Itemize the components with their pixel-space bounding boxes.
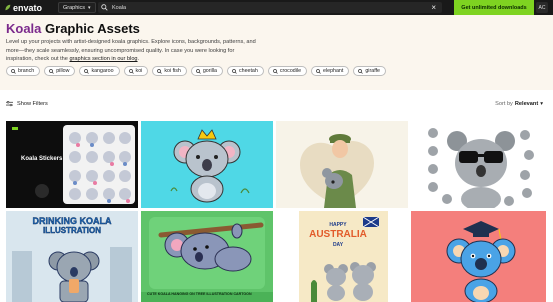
tag-gorilla[interactable]: gorilla [190,66,223,76]
tag-giraffe[interactable]: giraffe [353,66,386,76]
tag-label: gorilla [202,68,217,74]
search-icon [358,68,364,74]
search-input[interactable]: Koala × [98,2,442,13]
chevron-down-icon: ▾ [88,4,91,11]
hanging-caption: CUTE KOALA HANGING ON TREE ILLUSTRATION … [147,292,252,296]
search-icon [101,4,108,11]
search-icon [84,68,90,74]
result-card-drinking-koala[interactable]: DRINKING KOALA ILLUSTRATION [6,211,138,302]
tag-kangaroo[interactable]: kangaroo [79,66,120,76]
search-icon [157,68,163,74]
drinking-title-line1: DRINKING KOALA [32,216,112,226]
search-icon [128,68,134,74]
title-keyword: Koala [6,21,42,36]
koala-stickers-thumbnail [12,125,135,204]
tag-label: crocodile [279,68,302,74]
search-icon [232,68,237,74]
user-avatar[interactable]: AC [536,2,548,13]
tag-cheetah[interactable]: cheetah [226,66,264,76]
search-icon [49,68,54,74]
description-end: . [137,56,140,62]
tag-label: elephant [323,68,344,74]
australia-title: HAPPY AUSTRALIA DAY [303,220,373,250]
tag-koi-fish[interactable]: koi fish [152,66,187,76]
result-card-3d-koalas[interactable] [411,121,546,208]
drinking-title-line2: ILLUSTRATION [42,226,102,235]
tag-label: koi fish [164,68,181,74]
related-tags: branch pillow kangaroo koi koi fish gori… [6,66,386,76]
search-value: Koala [112,4,127,11]
koala-crown-thumbnail [170,129,250,203]
result-card-koala-stickers[interactable]: Koala Stickers [6,121,138,208]
blog-link[interactable]: graphics section in our blog [69,56,137,62]
tag-label: branch [18,68,35,74]
woman-koala-thumbnail [300,134,374,208]
tag-label: koi [135,68,143,74]
tag-pillow[interactable]: pillow [44,66,76,76]
page-title: Koala Graphic Assets [6,21,140,36]
title-rest: Graphic Assets [41,21,140,36]
tag-label: cheetah [238,68,258,74]
get-unlimited-downloads-button[interactable]: Get unlimited downloads [454,0,534,15]
tag-crocodile[interactable]: crocodile [267,66,308,76]
filter-icon [6,101,13,107]
koalas-sunglasses-thumbnail [428,128,534,208]
envato-logo[interactable]: envato [4,3,42,13]
search-icon [316,68,321,74]
sort-select[interactable]: Sort by Relevant ▾ [495,101,543,107]
tag-label: pillow [56,68,70,74]
australia-line2: AUSTRALIA [309,229,367,240]
tag-label: kangaroo [91,68,114,74]
search-icon [272,68,278,74]
sort-value: Relevant [514,101,539,107]
search-icon [11,68,16,74]
result-card-woman-koala[interactable] [276,121,408,208]
sort-prefix: Sort by [495,101,513,107]
filter-bar [0,90,553,120]
page-description: Level up your projects with artist-desig… [6,38,256,64]
result-card-koala-hanging[interactable]: CUTE KOALA HANGING ON TREE ILLUSTRATION … [141,211,273,302]
clear-search-icon[interactable]: × [431,3,436,12]
show-filters-button[interactable]: Show Filters [6,101,48,107]
top-nav: envato Graphics ▾ Koala × Get unlimited … [0,0,553,15]
stickers-title: Koala Stickers [21,156,63,162]
search-icon [195,68,201,74]
tag-koi[interactable]: koi [123,66,149,76]
tag-branch[interactable]: branch [6,66,41,76]
show-filters-label: Show Filters [17,101,48,107]
australia-line3: DAY [332,242,344,248]
category-select[interactable]: Graphics ▾ [58,2,96,13]
result-card-koala-crown[interactable] [141,121,273,208]
tag-label: giraffe [365,68,380,74]
logo-text: envato [13,2,43,13]
drinking-title: DRINKING KOALA ILLUSTRATION [6,216,138,236]
category-value: Graphics [63,4,86,11]
graduate-koala-thumbnail [446,221,516,302]
leaf-icon [5,4,11,11]
result-card-australia-day[interactable]: HAPPY AUSTRALIA DAY [299,211,388,302]
result-card-graduate-koala[interactable] [411,211,546,302]
chevron-down-icon: ▾ [540,101,543,107]
koala-hanging-thumbnail [141,217,273,302]
tag-elephant[interactable]: elephant [311,66,350,76]
